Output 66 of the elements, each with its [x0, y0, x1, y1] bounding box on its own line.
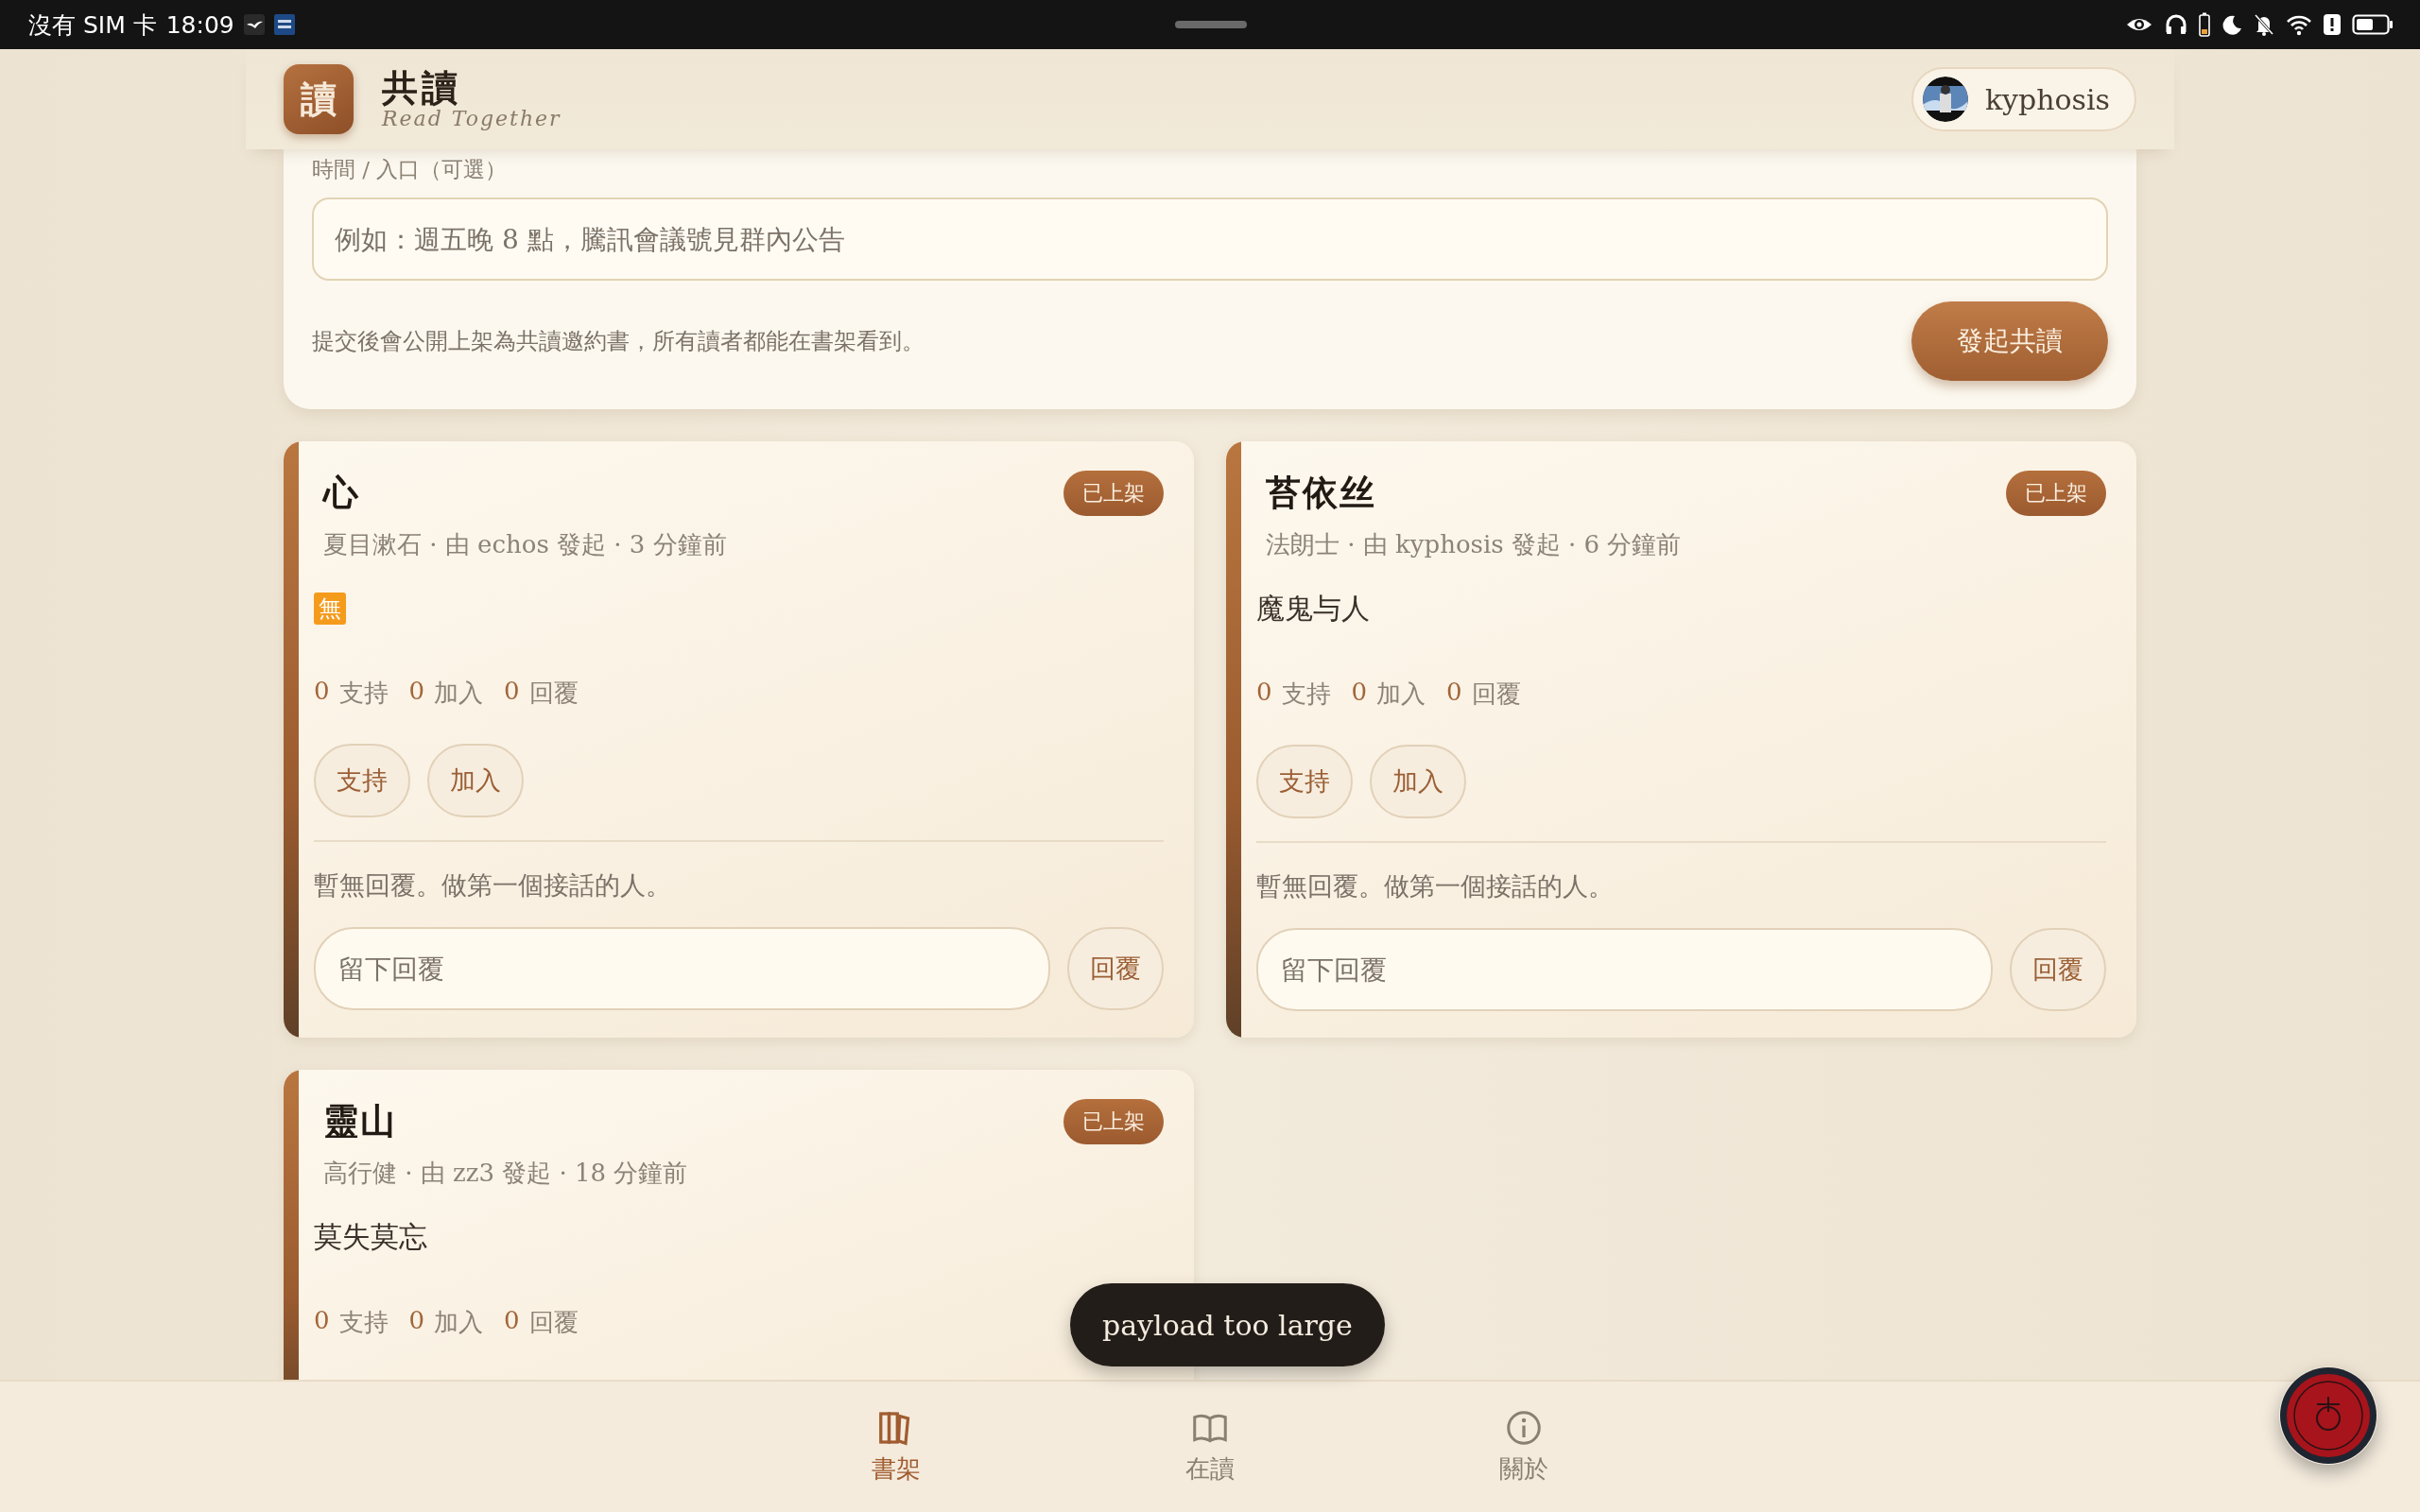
app-subtitle: Read Together — [382, 107, 562, 130]
app-logo: 讀 — [284, 64, 354, 134]
stat-count: 0 — [314, 1306, 330, 1336]
time-input-field[interactable]: 例如：週五晚 8 點，騰訊會議號見群內公告 — [312, 198, 2108, 281]
reply-input-field[interactable]: 留下回覆 — [1256, 928, 1993, 1011]
empty-replies-text: 暫無回覆。做第一個接話的人。 — [314, 869, 672, 902]
stat-label: 支持 — [1281, 679, 1331, 710]
book-meta: 法朗士 · 由 kyphosis 發起 · 6 分鐘前 — [1265, 529, 1683, 560]
start-reading-button[interactable]: 發起共讀 — [1911, 301, 2108, 381]
stat-count: 0 — [408, 1306, 425, 1336]
stat-label: 加入 — [1376, 679, 1426, 710]
stat-count: 0 — [314, 677, 330, 707]
battery-low-icon — [2199, 12, 2210, 37]
stat-count: 0 — [1256, 678, 1272, 708]
wifi-icon — [2286, 13, 2312, 36]
book-meta: 高行健 · 由 zz3 發起 · 18 分鐘前 — [322, 1158, 689, 1189]
stat-label: 回覆 — [528, 1307, 579, 1338]
action-button[interactable]: 加入 — [1370, 745, 1466, 818]
avatar-icon — [1922, 77, 1968, 122]
news-app-icon — [273, 14, 295, 35]
stat-count: 0 — [1446, 678, 1462, 708]
book-meta: 夏目漱石 · 由 echos 發起 · 3 分鐘前 — [322, 529, 728, 560]
reply-button[interactable]: 回覆 — [2010, 928, 2106, 1011]
status-badge: 已上架 — [1063, 471, 1164, 516]
action-button[interactable]: 支持 — [1256, 745, 1353, 818]
book-title: 心 — [323, 471, 360, 515]
stat-label: 支持 — [338, 678, 389, 709]
headphones-icon — [2165, 13, 2187, 36]
book-note: 魔鬼与人 — [1256, 591, 1371, 627]
nav-tab[interactable]: 關於 — [1490, 1404, 1558, 1489]
nav-tab[interactable]: 書架 — [862, 1404, 930, 1489]
emblem-icon — [2279, 1366, 2377, 1465]
reply-input-field[interactable]: 留下回覆 — [314, 927, 1050, 1010]
stat-label: 回覆 — [1471, 679, 1521, 710]
empty-replies-text: 暫無回覆。做第一個接話的人。 — [1256, 870, 1615, 902]
stat-label: 加入 — [434, 1307, 484, 1338]
stat-count: 0 — [1351, 678, 1368, 708]
field-label: 時間 / 入口（可選） — [312, 156, 509, 183]
stat-count: 0 — [408, 677, 425, 707]
stat-label: 回覆 — [528, 678, 579, 709]
form-note: 提交後會公開上架為共讀邀約書，所有讀者都能在書架看到。 — [312, 327, 925, 356]
battery-icon — [2352, 13, 2394, 36]
book-note: 莫失莫忘 — [314, 1219, 428, 1255]
book-title: 靈山 — [323, 1099, 397, 1143]
app-title: 共讀 — [382, 68, 461, 108]
action-button[interactable]: 支持 — [314, 744, 410, 817]
bird-icon — [243, 14, 265, 35]
stat-label: 加入 — [434, 678, 484, 709]
toast-message: payload too large — [1070, 1283, 1385, 1366]
status-badge: 已上架 — [2006, 471, 2106, 516]
book-title: 苔依丝 — [1266, 471, 1376, 515]
nav-tab[interactable]: 在讀 — [1176, 1404, 1244, 1489]
bell-muted-icon — [2254, 13, 2274, 36]
clock-text: 18:09 — [165, 10, 234, 39]
action-button[interactable]: 加入 — [427, 744, 524, 817]
emoji-glyph: 無 — [314, 593, 346, 625]
carrier-text: 沒有 SIM 卡 — [28, 9, 157, 41]
stat-count: 0 — [504, 677, 520, 707]
alert-icon — [2324, 13, 2341, 36]
user-button[interactable]: kyphosis — [1910, 67, 2136, 131]
stat-label: 支持 — [338, 1307, 389, 1338]
info-icon — [1505, 1408, 1543, 1447]
stat-count: 0 — [504, 1306, 520, 1336]
reply-button[interactable]: 回覆 — [1067, 927, 1164, 1010]
moon-icon — [2221, 14, 2242, 35]
status-badge: 已上架 — [1063, 1099, 1164, 1144]
